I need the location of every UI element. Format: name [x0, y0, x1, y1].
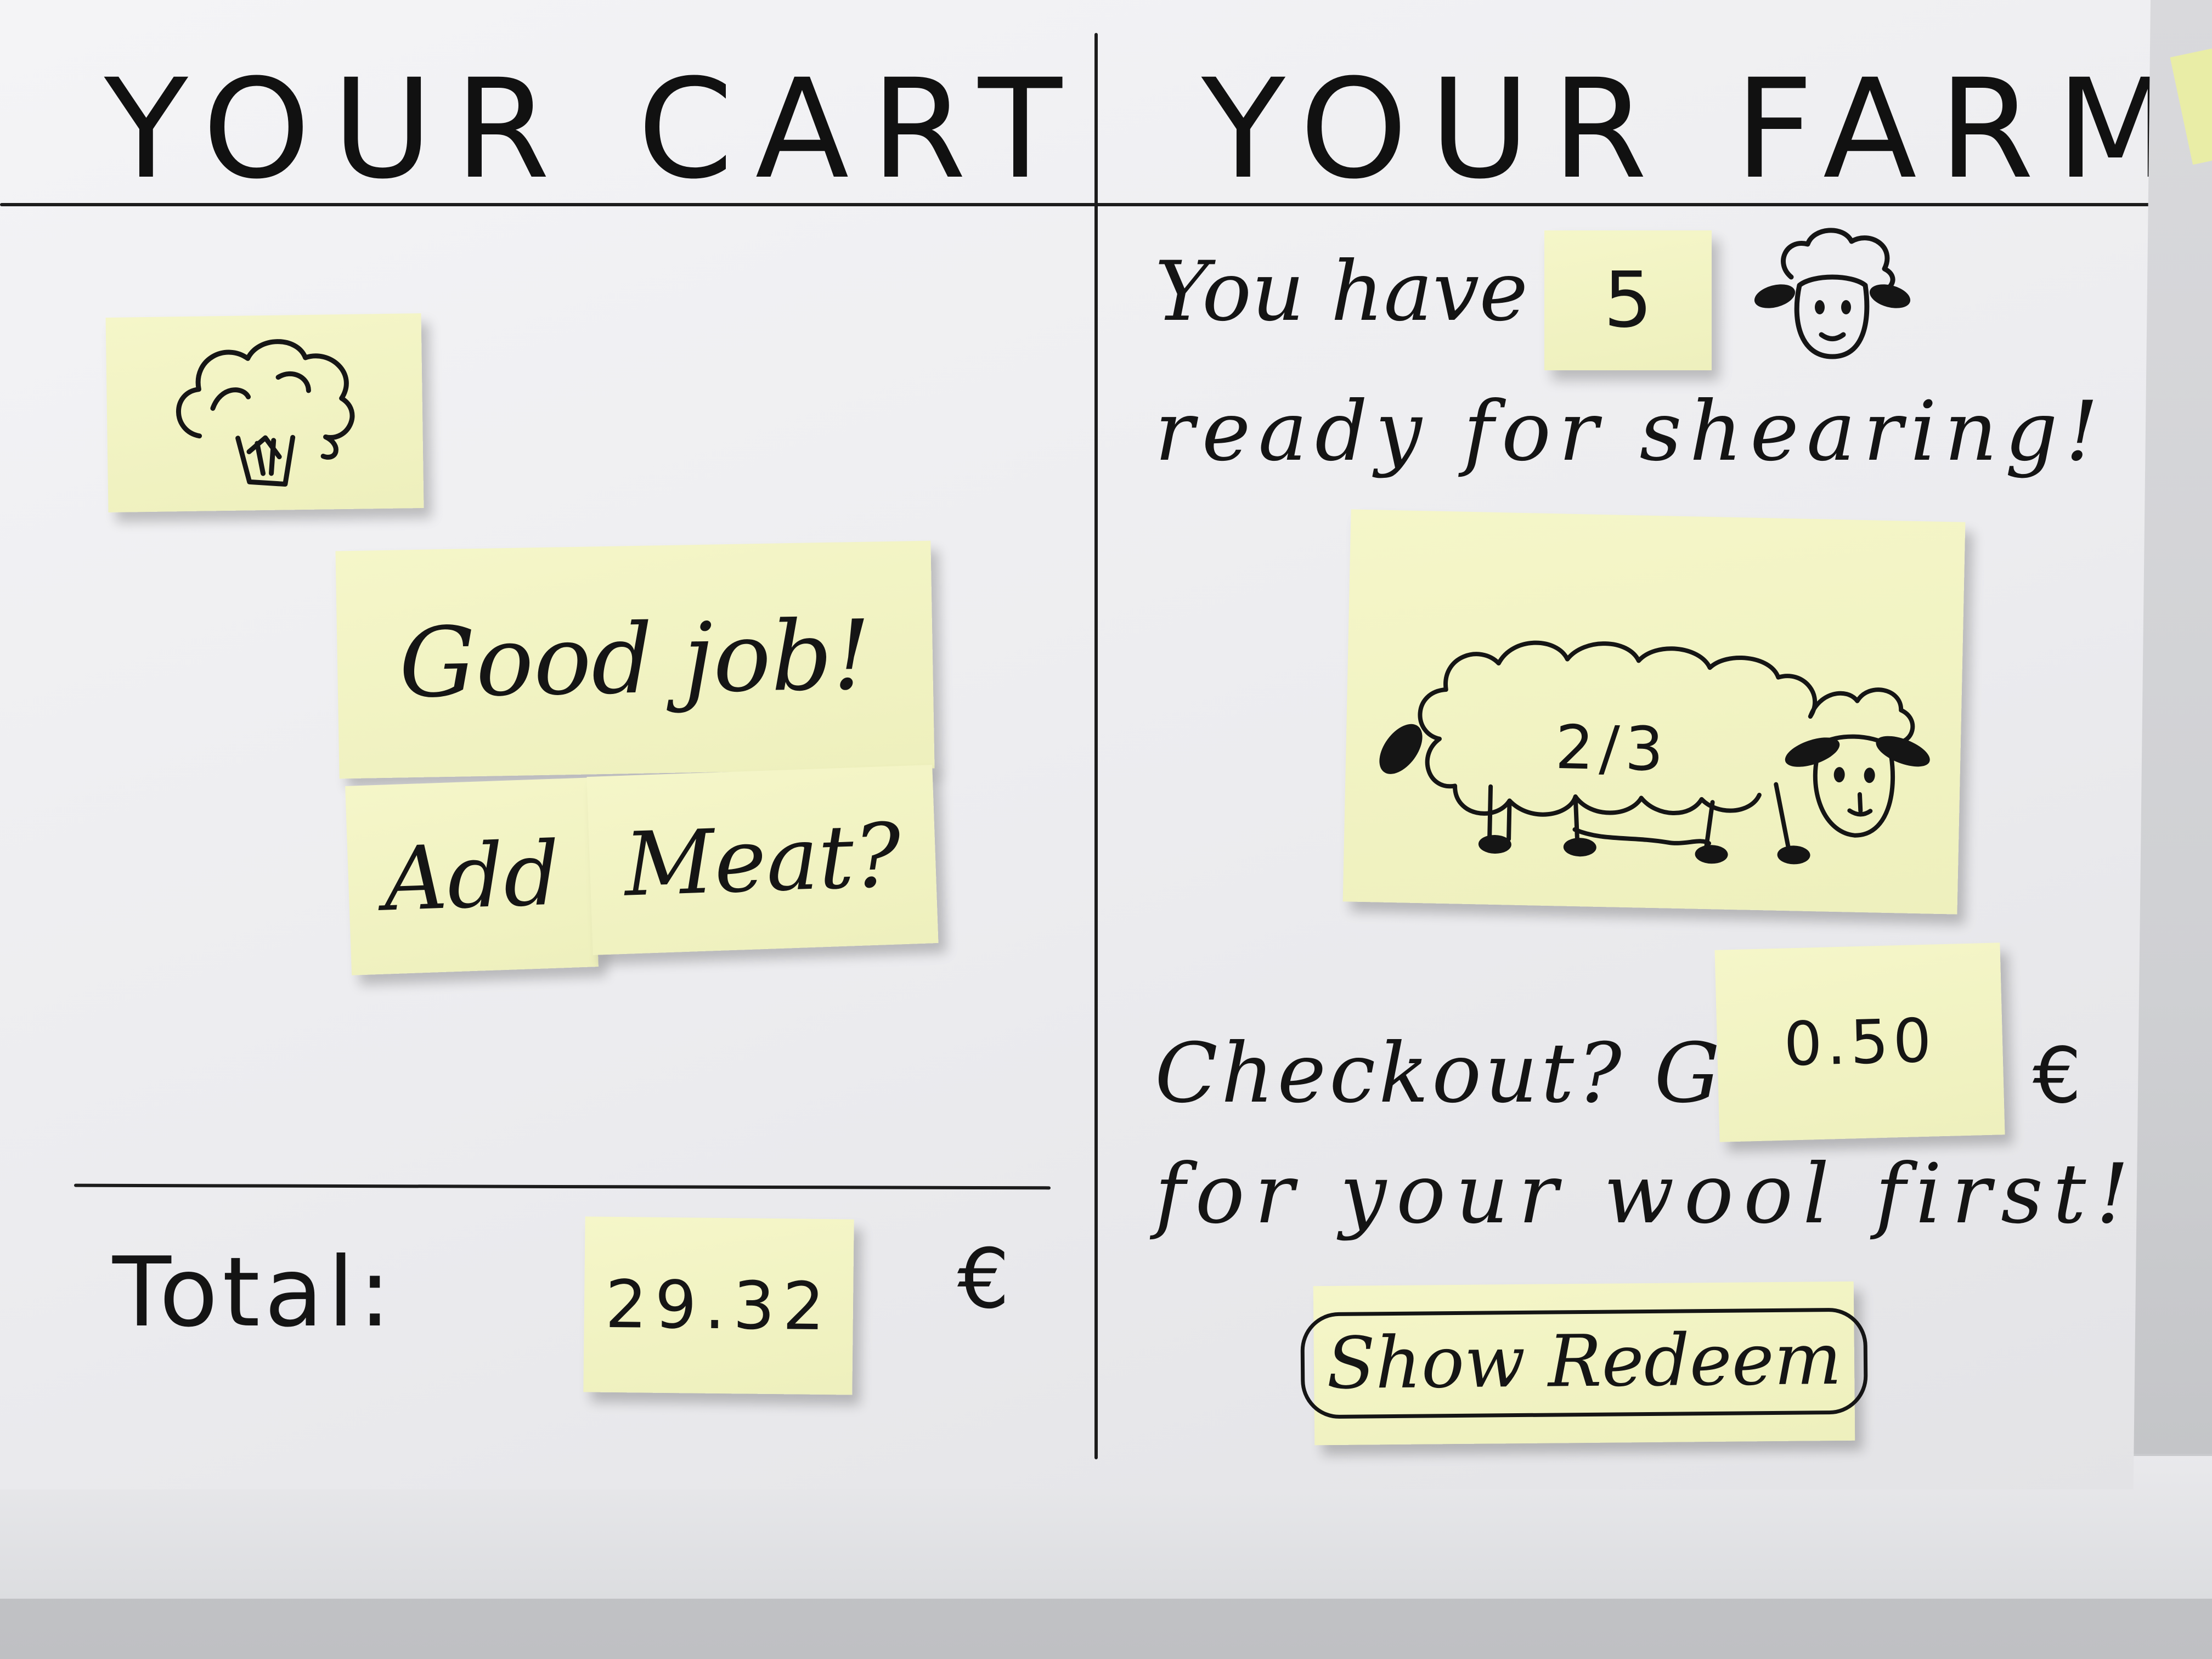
good-job-note: Good job! [335, 540, 935, 779]
good-job-text: Good job! [398, 600, 872, 720]
add-button-label: Add [382, 822, 562, 931]
sheep-count-value: 5 [1603, 256, 1653, 345]
total-value-text: 29.32 [605, 1266, 833, 1345]
ready-text: ready for shearing! [1155, 384, 2106, 479]
meat-category-label: Meat? [622, 804, 903, 916]
paper-prototype-screen: YOUR CART Good job! Add Meat? Total: 29.… [0, 0, 2151, 1489]
total-value: 29.32 [583, 1216, 854, 1395]
show-redeem-card: Show Redeem [1300, 1281, 1868, 1446]
total-currency: € [957, 1232, 1010, 1327]
shearing-progress-label: 2/3 [1554, 712, 1670, 785]
wool-currency: € [2033, 1031, 2082, 1121]
sheep-count: 5 [1544, 230, 1712, 370]
edge-sticky-note [2170, 43, 2212, 165]
add-button[interactable]: Add [345, 777, 599, 975]
checkout-prompt: Checkout? Get [1155, 1026, 1812, 1121]
cart-item-card[interactable] [105, 313, 424, 512]
meat-category-button[interactable]: Meat? [586, 765, 939, 955]
total-label: Total: [112, 1237, 396, 1348]
total-divider [74, 1183, 1051, 1190]
sheep-card[interactable] [1342, 509, 1966, 915]
broccoli-icon [176, 338, 354, 487]
you-have-text: You have [1155, 244, 1528, 340]
show-redeem-button[interactable]: Show Redeem [1300, 1307, 1868, 1419]
wool-value-text: 0.50 [1782, 1005, 1937, 1080]
wool-value: 0.50 [1714, 943, 2005, 1142]
farm-heading: YOUR FARM [1201, 49, 2197, 209]
cart-heading: YOUR CART [104, 49, 1084, 209]
checkout-prompt-end: for your wool first! [1155, 1147, 2139, 1242]
column-divider [1094, 33, 1098, 1459]
sheep-head-icon [1754, 228, 1911, 359]
photo-scene: YOUR CART Good job! Add Meat? Total: 29.… [0, 0, 2212, 1659]
